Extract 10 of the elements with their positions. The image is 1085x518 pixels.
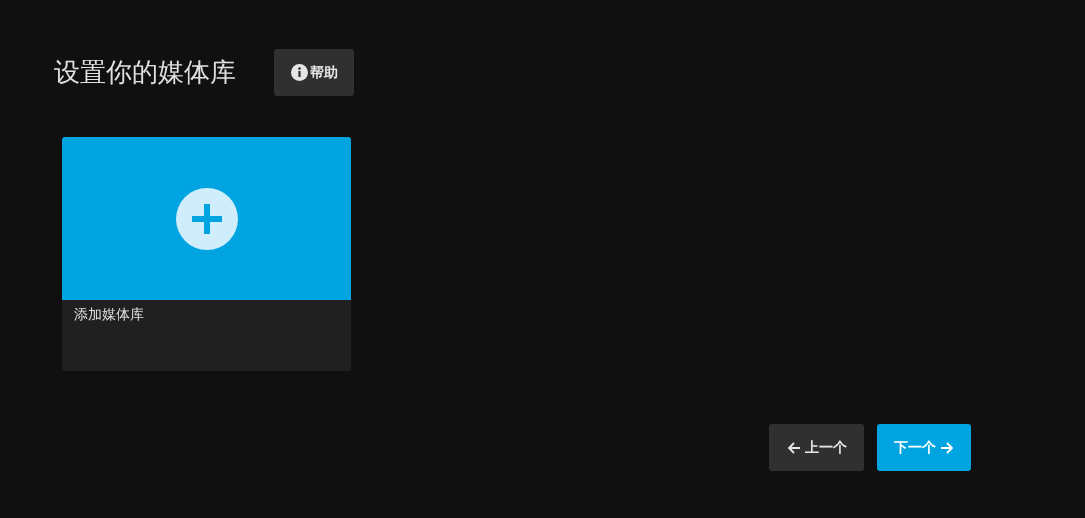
card-label: 添加媒体库 (73, 305, 145, 324)
left-arrow-icon (786, 440, 801, 455)
add-tile[interactable] (62, 137, 351, 300)
library-card[interactable]: 添加媒体库 (62, 137, 351, 371)
info-icon (290, 64, 308, 81)
right-arrow-icon (940, 440, 954, 455)
back-button[interactable]: 上一个 (769, 424, 864, 471)
add-icon (175, 187, 238, 250)
help-button[interactable]: 帮助 (274, 49, 354, 96)
page-title: 设置你的媒体库 (54, 56, 236, 89)
